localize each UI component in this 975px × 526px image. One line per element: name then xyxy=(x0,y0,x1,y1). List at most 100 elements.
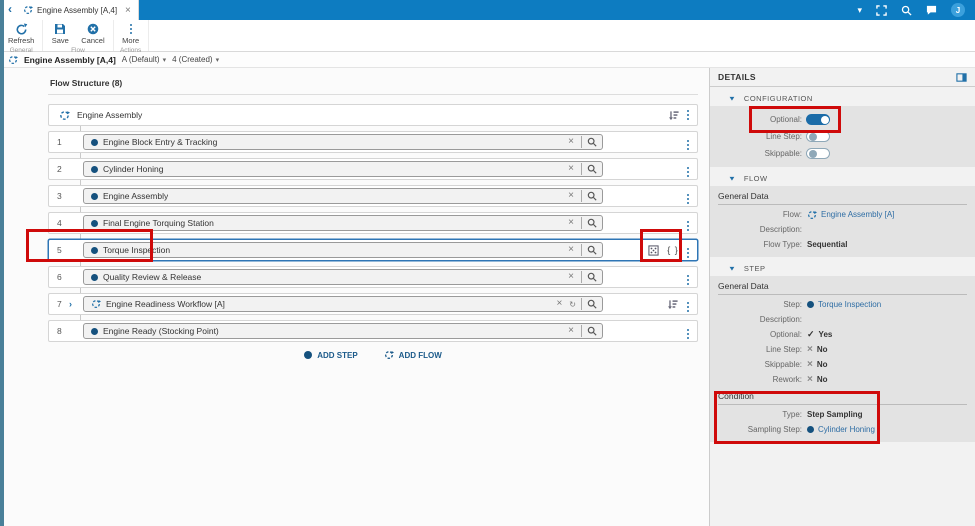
save-button-label: Save xyxy=(51,36,69,45)
sort-icon[interactable] xyxy=(668,110,680,121)
toggle-knob xyxy=(808,133,817,141)
more-button[interactable]: More xyxy=(116,22,146,46)
step-selector-input[interactable]: Cylinder Honing × xyxy=(83,161,603,177)
fullscreen-icon[interactable] xyxy=(876,4,887,16)
field-value: × No xyxy=(807,375,828,385)
field-value: × No xyxy=(807,359,828,370)
step-selector-input[interactable]: Engine Block Entry & Tracking × xyxy=(83,134,603,150)
search-icon[interactable] xyxy=(581,190,598,202)
more-menu-icon[interactable] xyxy=(686,188,689,204)
flow-icon xyxy=(91,299,101,309)
expand-chevron-icon[interactable]: › xyxy=(69,299,83,309)
more-menu-icon[interactable] xyxy=(686,242,689,258)
search-icon[interactable] xyxy=(581,244,598,256)
search-icon[interactable] xyxy=(581,136,598,148)
clear-icon[interactable]: × xyxy=(566,164,576,174)
field-value-link[interactable]: Cylinder Honing xyxy=(818,425,875,434)
collapse-panel-icon[interactable] xyxy=(956,72,967,83)
refresh-button-label: Refresh xyxy=(8,36,35,45)
back-icon[interactable]: ‹ xyxy=(6,2,16,18)
more-menu-icon[interactable] xyxy=(686,269,689,285)
field-label: Flow Type: xyxy=(763,240,802,249)
flow-step-row[interactable]: 4 Final Engine Torquing Station × xyxy=(48,212,698,234)
chevron-down-icon[interactable]: ▾ xyxy=(857,5,862,16)
field-value: Engine Assembly [A] xyxy=(807,210,894,220)
toggle-row: Optional: xyxy=(718,111,967,128)
optional-toggle[interactable] xyxy=(806,114,830,125)
save-button[interactable]: Save xyxy=(45,22,75,46)
more-menu-icon[interactable] xyxy=(686,110,689,120)
step-selector-input[interactable]: Engine Assembly × xyxy=(83,188,603,204)
field-value-link[interactable]: Torque Inspection xyxy=(818,300,881,309)
more-menu-icon[interactable] xyxy=(686,134,689,150)
flow-step-row[interactable]: 7 › Engine Readiness Workflow [A] × ↻ xyxy=(48,293,698,315)
toggle-label: Skippable: xyxy=(764,149,802,158)
more-menu-icon[interactable] xyxy=(686,323,689,339)
version-selector[interactable]: 4 (Created) ▾ xyxy=(172,55,219,64)
section-step-header[interactable]: ▼ STEP xyxy=(710,260,975,276)
search-icon[interactable] xyxy=(581,325,598,337)
detail-field-row: Rework: × No xyxy=(718,372,967,387)
ribbon-group-actions: More Actions xyxy=(114,20,149,54)
section-configuration-header[interactable]: ▼ CONFIGURATION xyxy=(710,90,975,106)
step-dot-icon xyxy=(91,165,98,173)
step-selector-input[interactable]: Quality Review & Release × xyxy=(83,269,603,285)
section-flow-header[interactable]: ▼ FLOW xyxy=(710,170,975,186)
clear-icon[interactable]: × xyxy=(566,218,576,228)
cancel-button[interactable]: Cancel xyxy=(75,22,110,46)
clear-icon[interactable]: × xyxy=(566,137,576,147)
refresh-button[interactable]: Refresh xyxy=(2,22,40,46)
step-dot-icon xyxy=(304,351,313,359)
toggle-row: Skippable: xyxy=(718,145,967,162)
tab-engine-assembly[interactable]: Engine Assembly [A,4] × xyxy=(16,0,139,20)
flow-step-row[interactable]: 1 Engine Block Entry & Tracking × xyxy=(48,131,698,153)
avatar[interactable]: J xyxy=(951,3,965,17)
clear-icon[interactable]: × xyxy=(566,326,576,336)
field-value-text: No xyxy=(816,360,828,369)
detail-field-row: Flow: Engine Assembly [A] xyxy=(718,207,967,222)
search-icon[interactable] xyxy=(581,217,598,229)
clear-icon[interactable]: × xyxy=(554,299,564,309)
flow-step-row[interactable]: 2 Cylinder Honing × xyxy=(48,158,698,180)
revision-icon[interactable]: ↻ xyxy=(569,300,576,309)
check-icon: ✓ xyxy=(807,329,815,339)
step-selector-input[interactable]: Torque Inspection × xyxy=(83,242,603,258)
clear-icon[interactable]: × xyxy=(566,191,576,201)
add-step-button[interactable]: ADD STEP xyxy=(304,350,358,360)
cross-icon: × xyxy=(807,359,813,370)
clear-icon[interactable]: × xyxy=(566,245,576,255)
search-icon[interactable] xyxy=(581,298,598,310)
step-selector-input[interactable]: Engine Ready (Stocking Point) × xyxy=(83,323,603,339)
root-flow-row[interactable]: Engine Assembly xyxy=(48,104,698,126)
condition-subheader: Condition xyxy=(718,391,967,405)
skippable-toggle[interactable] xyxy=(806,148,830,159)
more-menu-icon[interactable] xyxy=(686,296,689,312)
more-menu-icon[interactable] xyxy=(686,215,689,231)
field-value-text: Yes xyxy=(818,330,833,339)
detail-field-row: Description: xyxy=(718,222,967,237)
step-selector-input[interactable]: Engine Readiness Workflow [A] × ↻ xyxy=(83,296,603,312)
tab-close-icon[interactable]: × xyxy=(125,5,131,16)
sampling-icon[interactable] xyxy=(648,244,659,256)
add-flow-button[interactable]: ADD FLOW xyxy=(384,350,442,360)
step-name-label: Engine Readiness Workflow [A] xyxy=(106,299,225,309)
search-icon[interactable] xyxy=(581,163,598,175)
field-label: Sampling Step: xyxy=(747,425,802,434)
sort-icon[interactable] xyxy=(667,299,679,310)
revision-selector[interactable]: A (Default) ▾ xyxy=(122,55,166,64)
search-icon[interactable] xyxy=(581,271,598,283)
section-flow: ▼ FLOW General Data Flow: Engine Assembly… xyxy=(710,170,975,257)
chat-icon[interactable] xyxy=(926,5,937,16)
search-icon[interactable] xyxy=(901,5,912,16)
step-selector-input[interactable]: Final Engine Torquing Station × xyxy=(83,215,603,231)
more-menu-icon[interactable] xyxy=(686,161,689,177)
flow-step-row[interactable]: 8 Engine Ready (Stocking Point) × xyxy=(48,320,698,342)
line-step-toggle[interactable] xyxy=(806,131,830,142)
step-name-label: Final Engine Torquing Station xyxy=(103,218,214,228)
braces-icon[interactable]: { } xyxy=(667,245,679,255)
clear-icon[interactable]: × xyxy=(566,272,576,282)
flow-step-row[interactable]: 5 Torque Inspection × { } xyxy=(48,239,698,261)
field-value-link[interactable]: Engine Assembly [A] xyxy=(821,210,894,219)
flow-step-row[interactable]: 3 Engine Assembly × xyxy=(48,185,698,207)
flow-step-row[interactable]: 6 Quality Review & Release × xyxy=(48,266,698,288)
